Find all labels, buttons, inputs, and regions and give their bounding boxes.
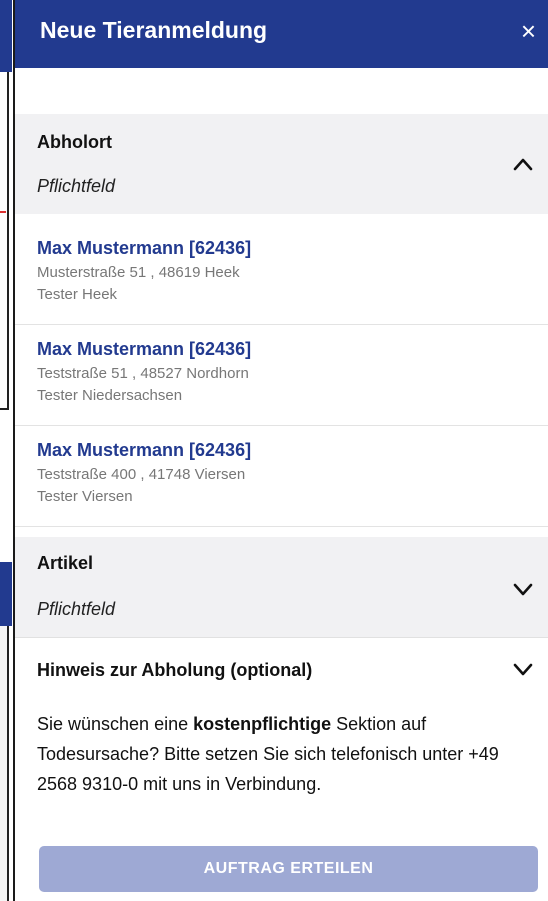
hinweis-section-header[interactable]: Hinweis zur Abholung (optional)	[15, 637, 548, 701]
hinweis-title: Hinweis zur Abholung (optional)	[37, 660, 313, 680]
abholort-required-hint: Pflichtfeld	[37, 176, 116, 196]
address-street: Teststraße 51 , 48527 Nordhorn	[37, 365, 249, 382]
address-name: Max Mustermann [62436]	[37, 339, 252, 359]
artikel-title: Artikel	[37, 553, 94, 573]
dialog-title: Neue Tieranmeldung	[40, 17, 268, 43]
chevron-down-icon[interactable]	[512, 661, 534, 677]
address-name: Max Mustermann [62436]	[37, 238, 252, 258]
chevron-up-icon[interactable]	[512, 156, 534, 172]
info-text-bold: kostenpflichtige	[193, 714, 332, 734]
address-org: Tester Heek	[37, 286, 118, 303]
artikel-section-header[interactable]: Artikel Pflichtfeld	[15, 537, 548, 637]
background-header-bar	[0, 0, 12, 72]
background-section-bar	[0, 562, 12, 626]
submit-order-button[interactable]: AUFTRAG ERTEILEN	[39, 846, 538, 892]
address-street: Musterstraße 51 , 48619 Heek	[37, 264, 240, 281]
close-icon: ×	[520, 16, 536, 46]
info-text-start: Sie wünschen eine	[37, 714, 194, 734]
background-panel-lower	[0, 626, 9, 901]
address-street: Teststraße 400 , 41748 Viersen	[37, 466, 246, 483]
background-marker	[0, 211, 6, 213]
address-option-heek[interactable]: Max Mustermann [62436] Musterstraße 51 ,…	[15, 224, 548, 325]
close-button[interactable]: ×	[521, 16, 536, 46]
address-option-nordhorn[interactable]: Max Mustermann [62436] Teststraße 51 , 4…	[15, 325, 548, 426]
address-org: Tester Niedersachsen	[37, 387, 183, 404]
new-animal-registration-dialog: Neue Tieranmeldung × Abholort Pflichtfel…	[13, 0, 548, 901]
dialog-header: Neue Tieranmeldung ×	[15, 0, 548, 68]
chevron-down-icon[interactable]	[512, 581, 534, 597]
address-name: Max Mustermann [62436]	[37, 440, 252, 460]
background-page	[0, 0, 12, 901]
abholort-title: Abholort	[37, 132, 112, 152]
background-panel	[0, 72, 9, 410]
abholort-section-header[interactable]: Abholort Pflichtfeld	[15, 114, 548, 214]
info-text: Sie wünschen eine kostenpflichtige Sekti…	[37, 709, 542, 799]
address-org: Tester Viersen	[37, 488, 133, 505]
artikel-required-hint: Pflichtfeld	[37, 599, 116, 619]
address-option-viersen[interactable]: Max Mustermann [62436] Teststraße 400 , …	[15, 426, 548, 527]
